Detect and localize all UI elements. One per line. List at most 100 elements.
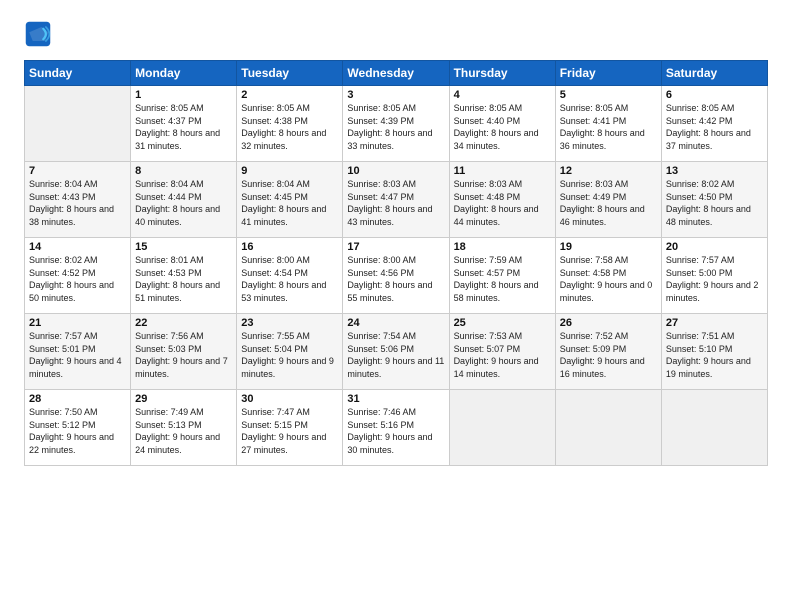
calendar-day-cell: 3Sunrise: 8:05 AMSunset: 4:39 PMDaylight… [343,86,449,162]
day-info: Sunrise: 8:02 AMSunset: 4:52 PMDaylight:… [29,254,126,304]
day-info: Sunrise: 7:57 AMSunset: 5:00 PMDaylight:… [666,254,763,304]
day-info: Sunrise: 8:05 AMSunset: 4:40 PMDaylight:… [454,102,551,152]
day-info: Sunrise: 7:47 AMSunset: 5:15 PMDaylight:… [241,406,338,456]
calendar-day-cell: 19Sunrise: 7:58 AMSunset: 4:58 PMDayligh… [555,238,661,314]
logo [24,20,56,48]
day-info: Sunrise: 7:59 AMSunset: 4:57 PMDaylight:… [454,254,551,304]
day-info: Sunrise: 7:56 AMSunset: 5:03 PMDaylight:… [135,330,232,380]
weekday-header-cell: Saturday [661,61,767,86]
day-info: Sunrise: 7:46 AMSunset: 5:16 PMDaylight:… [347,406,444,456]
calendar-week-row: 7Sunrise: 8:04 AMSunset: 4:43 PMDaylight… [25,162,768,238]
calendar-day-cell: 25Sunrise: 7:53 AMSunset: 5:07 PMDayligh… [449,314,555,390]
calendar-day-cell: 31Sunrise: 7:46 AMSunset: 5:16 PMDayligh… [343,390,449,466]
day-number: 30 [241,393,338,405]
day-number: 23 [241,317,338,329]
day-info: Sunrise: 7:58 AMSunset: 4:58 PMDaylight:… [560,254,657,304]
calendar-day-cell: 15Sunrise: 8:01 AMSunset: 4:53 PMDayligh… [131,238,237,314]
day-info: Sunrise: 7:52 AMSunset: 5:09 PMDaylight:… [560,330,657,380]
day-number: 28 [29,393,126,405]
day-info: Sunrise: 8:00 AMSunset: 4:56 PMDaylight:… [347,254,444,304]
calendar-day-cell: 2Sunrise: 8:05 AMSunset: 4:38 PMDaylight… [237,86,343,162]
day-info: Sunrise: 8:03 AMSunset: 4:48 PMDaylight:… [454,178,551,228]
logo-icon [24,20,52,48]
calendar-day-cell: 7Sunrise: 8:04 AMSunset: 4:43 PMDaylight… [25,162,131,238]
day-number: 27 [666,317,763,329]
day-number: 20 [666,241,763,253]
calendar-day-cell: 17Sunrise: 8:00 AMSunset: 4:56 PMDayligh… [343,238,449,314]
day-info: Sunrise: 8:05 AMSunset: 4:37 PMDaylight:… [135,102,232,152]
calendar-week-row: 1Sunrise: 8:05 AMSunset: 4:37 PMDaylight… [25,86,768,162]
calendar-page: SundayMondayTuesdayWednesdayThursdayFrid… [0,0,792,612]
day-number: 31 [347,393,444,405]
day-number: 11 [454,165,551,177]
calendar-day-cell: 8Sunrise: 8:04 AMSunset: 4:44 PMDaylight… [131,162,237,238]
day-number: 10 [347,165,444,177]
day-info: Sunrise: 8:02 AMSunset: 4:50 PMDaylight:… [666,178,763,228]
calendar-week-row: 21Sunrise: 7:57 AMSunset: 5:01 PMDayligh… [25,314,768,390]
day-number: 14 [29,241,126,253]
day-info: Sunrise: 7:54 AMSunset: 5:06 PMDaylight:… [347,330,444,380]
calendar-day-cell: 27Sunrise: 7:51 AMSunset: 5:10 PMDayligh… [661,314,767,390]
day-number: 1 [135,89,232,101]
day-info: Sunrise: 7:49 AMSunset: 5:13 PMDaylight:… [135,406,232,456]
day-info: Sunrise: 8:04 AMSunset: 4:44 PMDaylight:… [135,178,232,228]
weekday-header-cell: Thursday [449,61,555,86]
day-number: 21 [29,317,126,329]
day-number: 12 [560,165,657,177]
weekday-header-cell: Monday [131,61,237,86]
calendar-day-cell [555,390,661,466]
day-number: 9 [241,165,338,177]
day-number: 24 [347,317,444,329]
day-number: 25 [454,317,551,329]
day-info: Sunrise: 7:53 AMSunset: 5:07 PMDaylight:… [454,330,551,380]
calendar-day-cell: 4Sunrise: 8:05 AMSunset: 4:40 PMDaylight… [449,86,555,162]
day-info: Sunrise: 7:57 AMSunset: 5:01 PMDaylight:… [29,330,126,380]
calendar-day-cell: 16Sunrise: 8:00 AMSunset: 4:54 PMDayligh… [237,238,343,314]
calendar-day-cell: 10Sunrise: 8:03 AMSunset: 4:47 PMDayligh… [343,162,449,238]
weekday-header-cell: Wednesday [343,61,449,86]
calendar-day-cell: 20Sunrise: 7:57 AMSunset: 5:00 PMDayligh… [661,238,767,314]
day-info: Sunrise: 8:00 AMSunset: 4:54 PMDaylight:… [241,254,338,304]
calendar-day-cell: 14Sunrise: 8:02 AMSunset: 4:52 PMDayligh… [25,238,131,314]
calendar-day-cell: 11Sunrise: 8:03 AMSunset: 4:48 PMDayligh… [449,162,555,238]
day-number: 6 [666,89,763,101]
day-number: 22 [135,317,232,329]
day-info: Sunrise: 8:04 AMSunset: 4:45 PMDaylight:… [241,178,338,228]
day-info: Sunrise: 7:50 AMSunset: 5:12 PMDaylight:… [29,406,126,456]
weekday-header-cell: Sunday [25,61,131,86]
calendar-day-cell: 22Sunrise: 7:56 AMSunset: 5:03 PMDayligh… [131,314,237,390]
day-info: Sunrise: 8:03 AMSunset: 4:49 PMDaylight:… [560,178,657,228]
calendar-day-cell: 5Sunrise: 8:05 AMSunset: 4:41 PMDaylight… [555,86,661,162]
calendar-day-cell: 23Sunrise: 7:55 AMSunset: 5:04 PMDayligh… [237,314,343,390]
day-number: 2 [241,89,338,101]
day-number: 17 [347,241,444,253]
day-info: Sunrise: 8:05 AMSunset: 4:41 PMDaylight:… [560,102,657,152]
calendar-day-cell: 12Sunrise: 8:03 AMSunset: 4:49 PMDayligh… [555,162,661,238]
day-number: 3 [347,89,444,101]
calendar-day-cell: 28Sunrise: 7:50 AMSunset: 5:12 PMDayligh… [25,390,131,466]
day-number: 16 [241,241,338,253]
calendar-day-cell: 18Sunrise: 7:59 AMSunset: 4:57 PMDayligh… [449,238,555,314]
day-info: Sunrise: 8:05 AMSunset: 4:39 PMDaylight:… [347,102,444,152]
day-number: 4 [454,89,551,101]
weekday-header-row: SundayMondayTuesdayWednesdayThursdayFrid… [25,61,768,86]
day-info: Sunrise: 8:05 AMSunset: 4:42 PMDaylight:… [666,102,763,152]
calendar-day-cell: 21Sunrise: 7:57 AMSunset: 5:01 PMDayligh… [25,314,131,390]
day-info: Sunrise: 8:05 AMSunset: 4:38 PMDaylight:… [241,102,338,152]
calendar-day-cell: 1Sunrise: 8:05 AMSunset: 4:37 PMDaylight… [131,86,237,162]
header [24,20,768,48]
day-info: Sunrise: 8:03 AMSunset: 4:47 PMDaylight:… [347,178,444,228]
calendar-day-cell: 29Sunrise: 7:49 AMSunset: 5:13 PMDayligh… [131,390,237,466]
weekday-header-cell: Tuesday [237,61,343,86]
day-number: 19 [560,241,657,253]
calendar-day-cell [25,86,131,162]
calendar-day-cell: 9Sunrise: 8:04 AMSunset: 4:45 PMDaylight… [237,162,343,238]
calendar-day-cell: 13Sunrise: 8:02 AMSunset: 4:50 PMDayligh… [661,162,767,238]
weekday-header-cell: Friday [555,61,661,86]
calendar-table: SundayMondayTuesdayWednesdayThursdayFrid… [24,60,768,466]
day-number: 15 [135,241,232,253]
calendar-day-cell: 26Sunrise: 7:52 AMSunset: 5:09 PMDayligh… [555,314,661,390]
calendar-day-cell [449,390,555,466]
calendar-day-cell [661,390,767,466]
day-number: 29 [135,393,232,405]
